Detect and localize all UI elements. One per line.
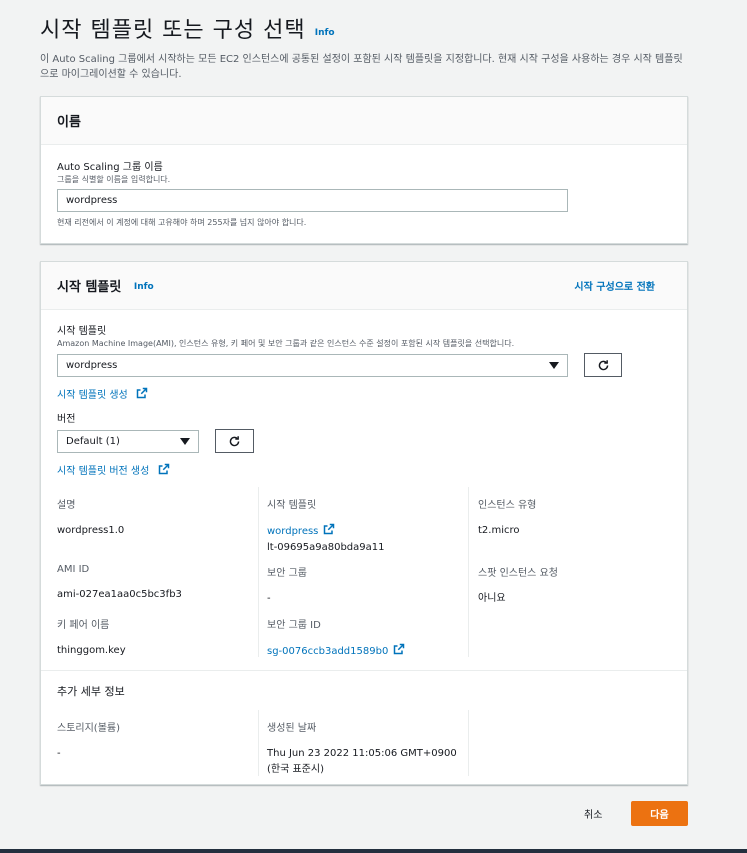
security-group-id-link[interactable]: sg-0076ccb3add1589b0 bbox=[267, 643, 405, 657]
detail-security-group-id: 보안 그룹 ID sg-0076ccb3add1589b0 bbox=[267, 616, 405, 660]
next-button[interactable]: 다음 bbox=[631, 801, 688, 826]
template-panel-title: 시작 템플릿 Info bbox=[57, 280, 154, 295]
page-info-link[interactable]: Info bbox=[315, 28, 335, 38]
column-divider bbox=[468, 487, 469, 657]
template-sublabel: Amazon Machine Image(AMI), 인스턴스 유형, 키 페어… bbox=[57, 339, 515, 348]
page-description: 이 Auto Scaling 그룹에서 시작하는 모든 EC2 인스턴스에 공통… bbox=[40, 54, 683, 80]
name-panel: 이름 Auto Scaling 그룹 이름 그룹을 식별할 이름을 입력합니다.… bbox=[40, 96, 688, 244]
template-panel-header: 시작 템플릿 Info 시작 구성으로 전환 bbox=[41, 262, 687, 310]
detail-instance-type: 인스턴스 유형 t2.micro bbox=[478, 500, 537, 536]
template-select-value: wordpress bbox=[66, 360, 118, 371]
version-select-value: Default (1) bbox=[66, 436, 120, 447]
external-link-icon bbox=[158, 463, 169, 475]
detail-spot: 스팟 인스턴스 요청 아니요 bbox=[478, 568, 558, 604]
detail-keypair: 키 페어 이름 thinggom.key bbox=[57, 620, 126, 656]
chevron-down-icon bbox=[549, 362, 559, 369]
template-info-link[interactable]: Info bbox=[134, 282, 154, 292]
detail-template: 시작 템플릿 wordpress lt-09695a9a80bda9a11 bbox=[267, 500, 385, 553]
detail-ami: AMI ID ami-027ea1aa0c5bc3fb3 bbox=[57, 564, 182, 600]
template-label: 시작 템플릿 bbox=[57, 326, 107, 337]
template-refresh-button[interactable] bbox=[584, 353, 622, 377]
detail-description: 설명 wordpress1.0 bbox=[57, 500, 125, 536]
additional-divider bbox=[41, 670, 687, 671]
bottom-bar bbox=[0, 849, 747, 853]
detail-created: 생성된 날짜 Thu Jun 23 2022 11:05:06 GMT+0900… bbox=[267, 723, 457, 775]
template-select[interactable]: wordpress bbox=[57, 354, 568, 377]
detail-security-group: 보안 그룹 - bbox=[267, 568, 307, 604]
page-header: 시작 템플릿 또는 구성 선택 Info bbox=[40, 12, 335, 44]
launch-template-panel: 시작 템플릿 Info 시작 구성으로 전환 시작 템플릿 Amazon Mac… bbox=[40, 261, 688, 785]
version-refresh-button[interactable] bbox=[215, 429, 254, 453]
external-link-icon bbox=[394, 643, 405, 655]
external-link-icon bbox=[136, 387, 148, 399]
template-id: lt-09695a9a80bda9a11 bbox=[267, 542, 385, 553]
name-panel-header: 이름 bbox=[41, 97, 687, 145]
page-title: 시작 템플릿 또는 구성 선택 bbox=[40, 18, 306, 43]
asg-name-value: wordpress bbox=[66, 195, 118, 206]
create-template-link[interactable]: 시작 템플릿 생성 bbox=[57, 386, 148, 401]
switch-to-config-link[interactable]: 시작 구성으로 전환 bbox=[574, 278, 655, 293]
template-detail-link[interactable]: wordpress bbox=[267, 523, 335, 537]
column-divider bbox=[258, 487, 259, 657]
refresh-icon bbox=[598, 359, 608, 370]
asg-name-hint: 현재 리전에서 이 계정에 대해 고유해야 하며 255자를 넘지 않아야 합니… bbox=[57, 218, 307, 227]
version-label: 버전 bbox=[57, 414, 76, 425]
asg-name-input[interactable]: wordpress bbox=[57, 189, 568, 212]
create-version-link[interactable]: 시작 템플릿 버전 생성 bbox=[57, 462, 170, 477]
refresh-icon bbox=[229, 435, 240, 446]
external-link-icon bbox=[324, 523, 335, 535]
asg-name-sublabel: 그룹을 식별할 이름을 입력합니다. bbox=[57, 175, 171, 184]
additional-title: 추가 세부 정보 bbox=[57, 685, 125, 698]
version-select[interactable]: Default (1) bbox=[57, 430, 199, 453]
column-divider bbox=[468, 710, 469, 776]
column-divider bbox=[258, 710, 259, 776]
cancel-button[interactable]: 취소 bbox=[584, 806, 602, 821]
detail-storage: 스토리지(볼륨) - bbox=[57, 723, 121, 759]
asg-name-label: Auto Scaling 그룹 이름 bbox=[57, 162, 163, 173]
name-panel-title: 이름 bbox=[57, 115, 81, 130]
chevron-down-icon bbox=[180, 438, 190, 445]
